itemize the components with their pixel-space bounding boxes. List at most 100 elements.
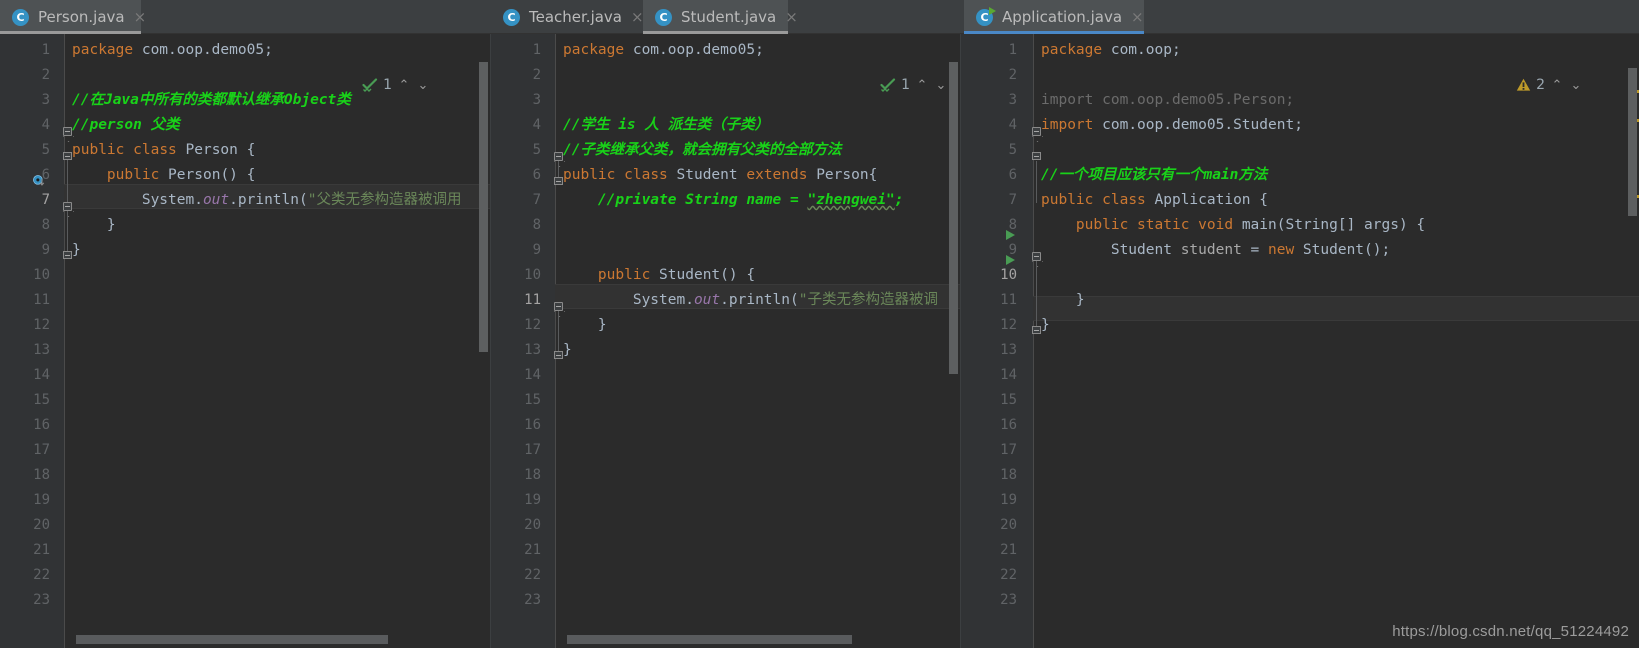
- fold-marker-end[interactable]: [554, 351, 563, 359]
- editor-pane-person[interactable]: 1 2 3 4 5 6 7 8 9 10 11 12 13 14 15 16 17 18 19 20 21 22 23 pa…: [0, 34, 490, 648]
- code-line[interactable]: public Student() {: [563, 263, 755, 288]
- code-line[interactable]: public static void main(String[] args) {: [1041, 213, 1425, 238]
- editor-tab-person[interactable]: Person.java ×: [0, 0, 146, 34]
- line-number: 22: [33, 567, 50, 583]
- code-line[interactable]: }: [563, 338, 572, 363]
- fold-marker-start[interactable]: [554, 302, 563, 311]
- java-class-icon: [503, 8, 520, 26]
- code-line[interactable]: import com.oop.demo05.Student;: [1041, 113, 1303, 138]
- code-token: ;: [1171, 42, 1181, 58]
- code-token: public: [1075, 217, 1129, 233]
- code-line[interactable]: public Person() {: [72, 163, 255, 188]
- editor-tab-student[interactable]: Student.java ×: [643, 0, 798, 34]
- code-line[interactable]: }: [72, 213, 116, 238]
- line-number: 11: [1000, 292, 1017, 308]
- editor-tab-application[interactable]: Application.java ×: [964, 0, 1144, 34]
- line-number: 16: [1000, 417, 1017, 433]
- tab-close-icon[interactable]: ×: [1131, 9, 1144, 25]
- editor-pane-application[interactable]: 1 2 3 4 5 6 7 8 9 10 11 12 13 14 15 16 17 18 19 20 21 22 23 pa…: [961, 34, 1639, 648]
- implemented-method-icon[interactable]: [33, 175, 46, 188]
- line-number: 9: [41, 242, 50, 258]
- code-line[interactable]: }: [563, 313, 607, 338]
- vertical-scrollbar[interactable]: [1628, 68, 1637, 216]
- vertical-scrollbar[interactable]: [479, 62, 488, 352]
- fold-marker-start[interactable]: [1032, 252, 1041, 261]
- line-number-gutter[interactable]: 1 2 3 4 5 6 7 8 9 10 11 12 13 14 15 16 17 18 19 20 21 22 23: [491, 34, 555, 648]
- java-class-icon: [12, 8, 29, 26]
- tab-close-icon[interactable]: ×: [785, 9, 798, 25]
- code-line[interactable]: System.out.println("父类无参构造器被调用: [72, 188, 462, 213]
- horizontal-scrollbar[interactable]: [76, 635, 388, 644]
- horizontal-scrollbar[interactable]: [567, 635, 852, 644]
- code-line[interactable]: //private String name = "zhengwei";: [563, 188, 904, 213]
- inspection-status-widget[interactable]: 1 ⌃ ⌄: [362, 75, 430, 95]
- line-number: 5: [532, 142, 541, 158]
- line-number-gutter[interactable]: 1 2 3 4 5 6 7 8 9 10 11 12 13 14 15 16 17 18 19 20 21 22 23: [0, 34, 64, 648]
- code-line[interactable]: //person 父类: [72, 113, 180, 138]
- code-token: Student: [659, 267, 721, 283]
- run-main-method-icon[interactable]: [1006, 255, 1015, 265]
- code-line[interactable]: //一个项目应该只有一个main方法: [1041, 163, 1267, 188]
- prev-problem-icon[interactable]: ⌃: [397, 78, 411, 93]
- code-line[interactable]: }: [72, 238, 81, 263]
- code-line[interactable]: import com.oop.demo05.Person;: [1041, 88, 1294, 113]
- code-line[interactable]: package com.oop;: [1041, 38, 1181, 63]
- line-number: 6: [1008, 167, 1017, 183]
- inspection-count: 1: [383, 77, 392, 93]
- code-line[interactable]: //学生 is 人 派生类（子类）: [563, 113, 769, 138]
- code-line[interactable]: public class Person {: [72, 138, 255, 163]
- code-line[interactable]: package com.oop.demo05;: [563, 38, 764, 63]
- line-number-gutter[interactable]: 1 2 3 4 5 6 7 8 9 10 11 12 13 14 15 16 17 18 19 20 21 22 23: [961, 34, 1033, 648]
- code-line[interactable]: }: [1041, 288, 1085, 313]
- code-token: public: [1041, 192, 1094, 208]
- fold-marker-end[interactable]: [63, 251, 72, 259]
- code-token: Student: [1041, 242, 1181, 258]
- line-number: 12: [524, 317, 541, 333]
- tab-close-icon[interactable]: ×: [134, 9, 147, 25]
- prev-problem-icon[interactable]: ⌃: [1550, 78, 1564, 93]
- editor-pane-student[interactable]: 1 2 3 4 5 6 7 8 9 10 11 12 13 14 15 16 17 18 19 20 21 22 23 pa…: [491, 34, 960, 648]
- fold-marker-start[interactable]: [63, 202, 72, 211]
- code-line[interactable]: //在Java中所有的类都默认继承Object类: [72, 88, 351, 113]
- code-line[interactable]: }: [1041, 313, 1050, 338]
- editor-tab-teacher[interactable]: Teacher.java ×: [491, 0, 644, 34]
- vertical-scrollbar[interactable]: [949, 62, 958, 374]
- inspection-status-widget[interactable]: 1 ⌃ ⌄: [880, 75, 948, 95]
- fold-marker-end[interactable]: [1032, 152, 1041, 160]
- line-number: 7: [1008, 192, 1017, 208]
- line-number: 6: [532, 167, 541, 183]
- code-line[interactable]: //子类继承父类，就会拥有父类的全部方法: [563, 138, 841, 163]
- tab-close-icon[interactable]: ×: [631, 9, 644, 25]
- code-line[interactable]: Student student = new Student();: [1041, 238, 1390, 263]
- code-token: }: [1041, 292, 1085, 308]
- inspection-count: 2: [1536, 77, 1545, 93]
- run-class-icon[interactable]: [1006, 230, 1015, 240]
- code-token: import com.oop.demo05.Person;: [1041, 92, 1295, 108]
- code-line[interactable]: package com.oop.demo05;: [72, 38, 273, 63]
- inspection-count: 1: [901, 77, 910, 93]
- fold-marker-start[interactable]: [1032, 127, 1041, 136]
- line-number: 15: [524, 392, 541, 408]
- fold-marker-start[interactable]: [554, 152, 563, 161]
- code-token: ;: [894, 192, 904, 208]
- next-problem-icon[interactable]: ⌄: [1569, 78, 1583, 93]
- fold-marker-end[interactable]: [1032, 326, 1041, 334]
- inspection-status-widget[interactable]: 2 ⌃ ⌄: [1516, 75, 1583, 95]
- next-problem-icon[interactable]: ⌄: [416, 78, 430, 93]
- tab-label: Application.java: [1002, 8, 1123, 26]
- fold-marker-end[interactable]: [63, 152, 72, 160]
- fold-marker-end[interactable]: [554, 177, 563, 185]
- code-line[interactable]: System.out.println("子类无参构造器被调: [563, 288, 938, 313]
- code-line[interactable]: public class Application {: [1041, 188, 1268, 213]
- fold-marker-start[interactable]: [63, 127, 72, 136]
- prev-problem-icon[interactable]: ⌃: [915, 78, 929, 93]
- line-number: 8: [41, 217, 50, 233]
- code-line[interactable]: public class Student extends Person{: [563, 163, 877, 188]
- line-number: 20: [1000, 517, 1017, 533]
- code-token: public: [72, 142, 125, 158]
- code-token: class: [133, 142, 177, 158]
- next-problem-icon[interactable]: ⌄: [934, 78, 948, 93]
- current-line-highlight: [1033, 296, 1639, 321]
